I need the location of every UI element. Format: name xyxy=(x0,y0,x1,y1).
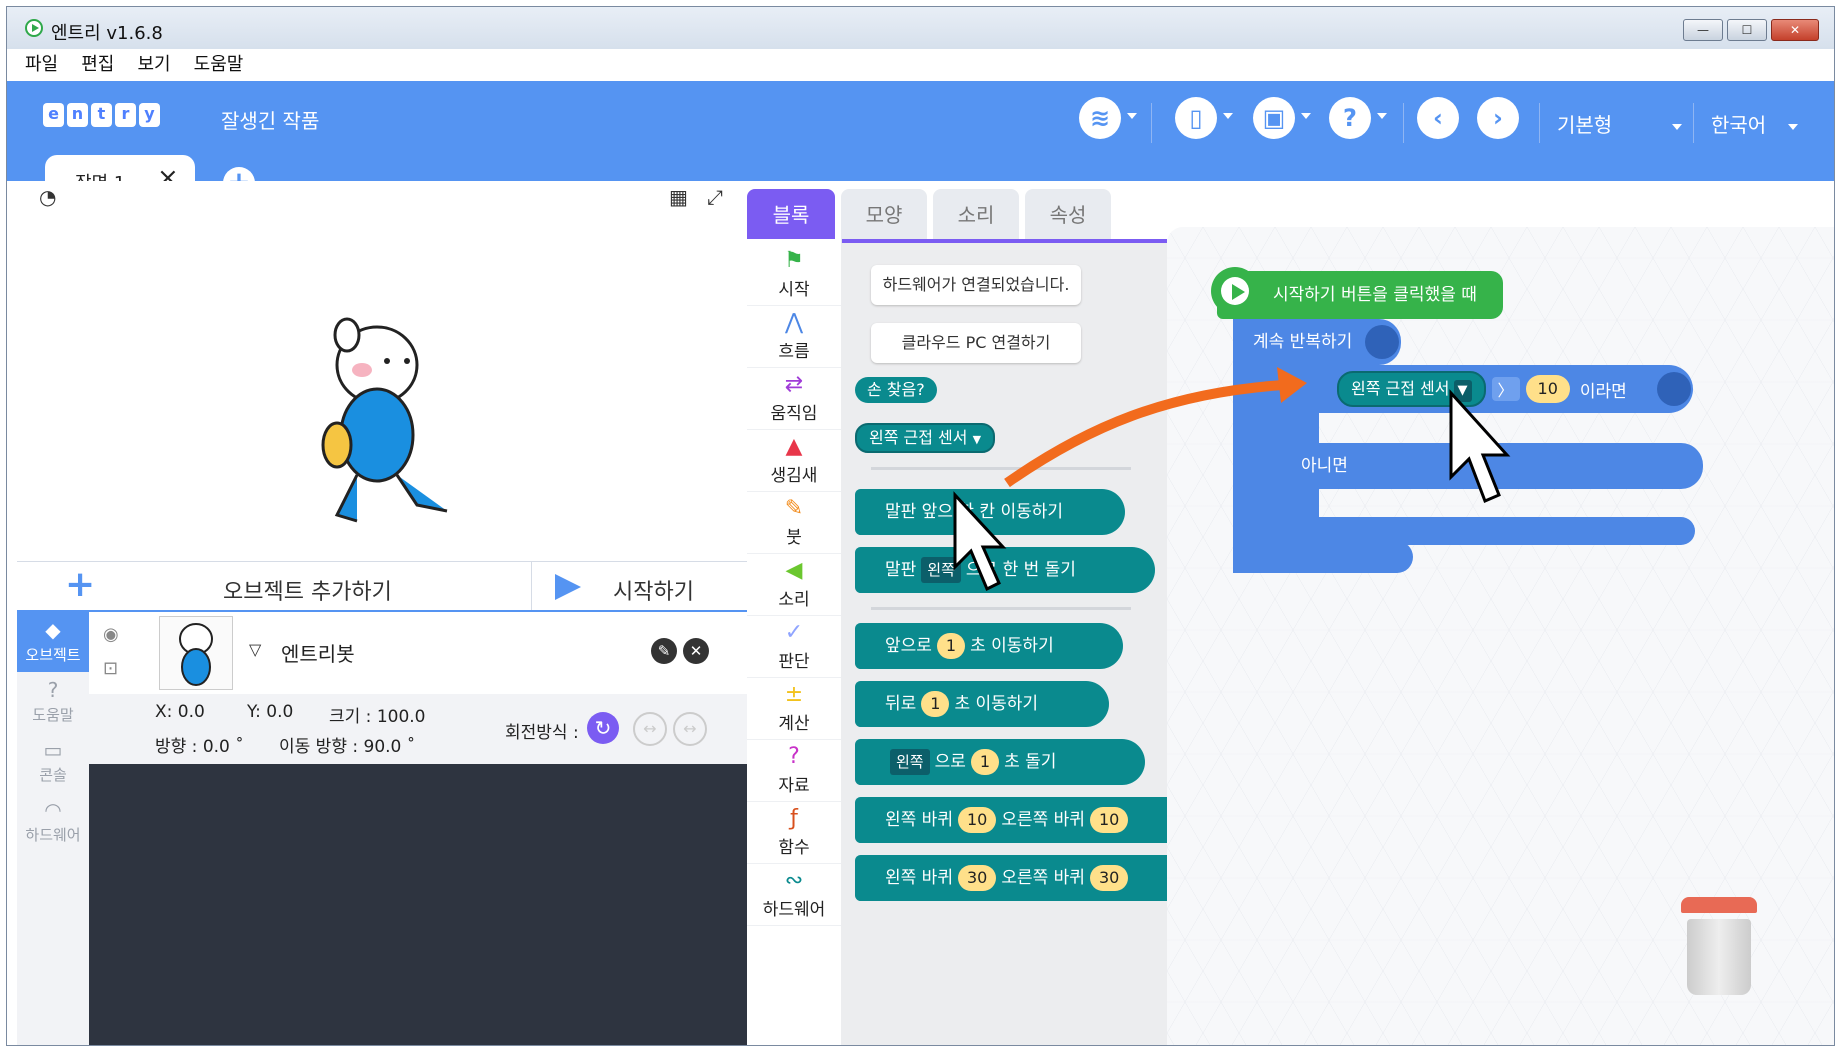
drag-arrow-head xyxy=(1277,367,1307,403)
cursor-icon xyxy=(953,491,1007,592)
drag-annotation xyxy=(953,367,1511,592)
cursor-icon xyxy=(1449,389,1511,503)
app-window: 엔트리 v1.6.8 — ☐ ✕ 파일 편집 보기 도움말 e n t r y … xyxy=(6,6,1835,1046)
drag-arrow xyxy=(1004,380,1284,488)
